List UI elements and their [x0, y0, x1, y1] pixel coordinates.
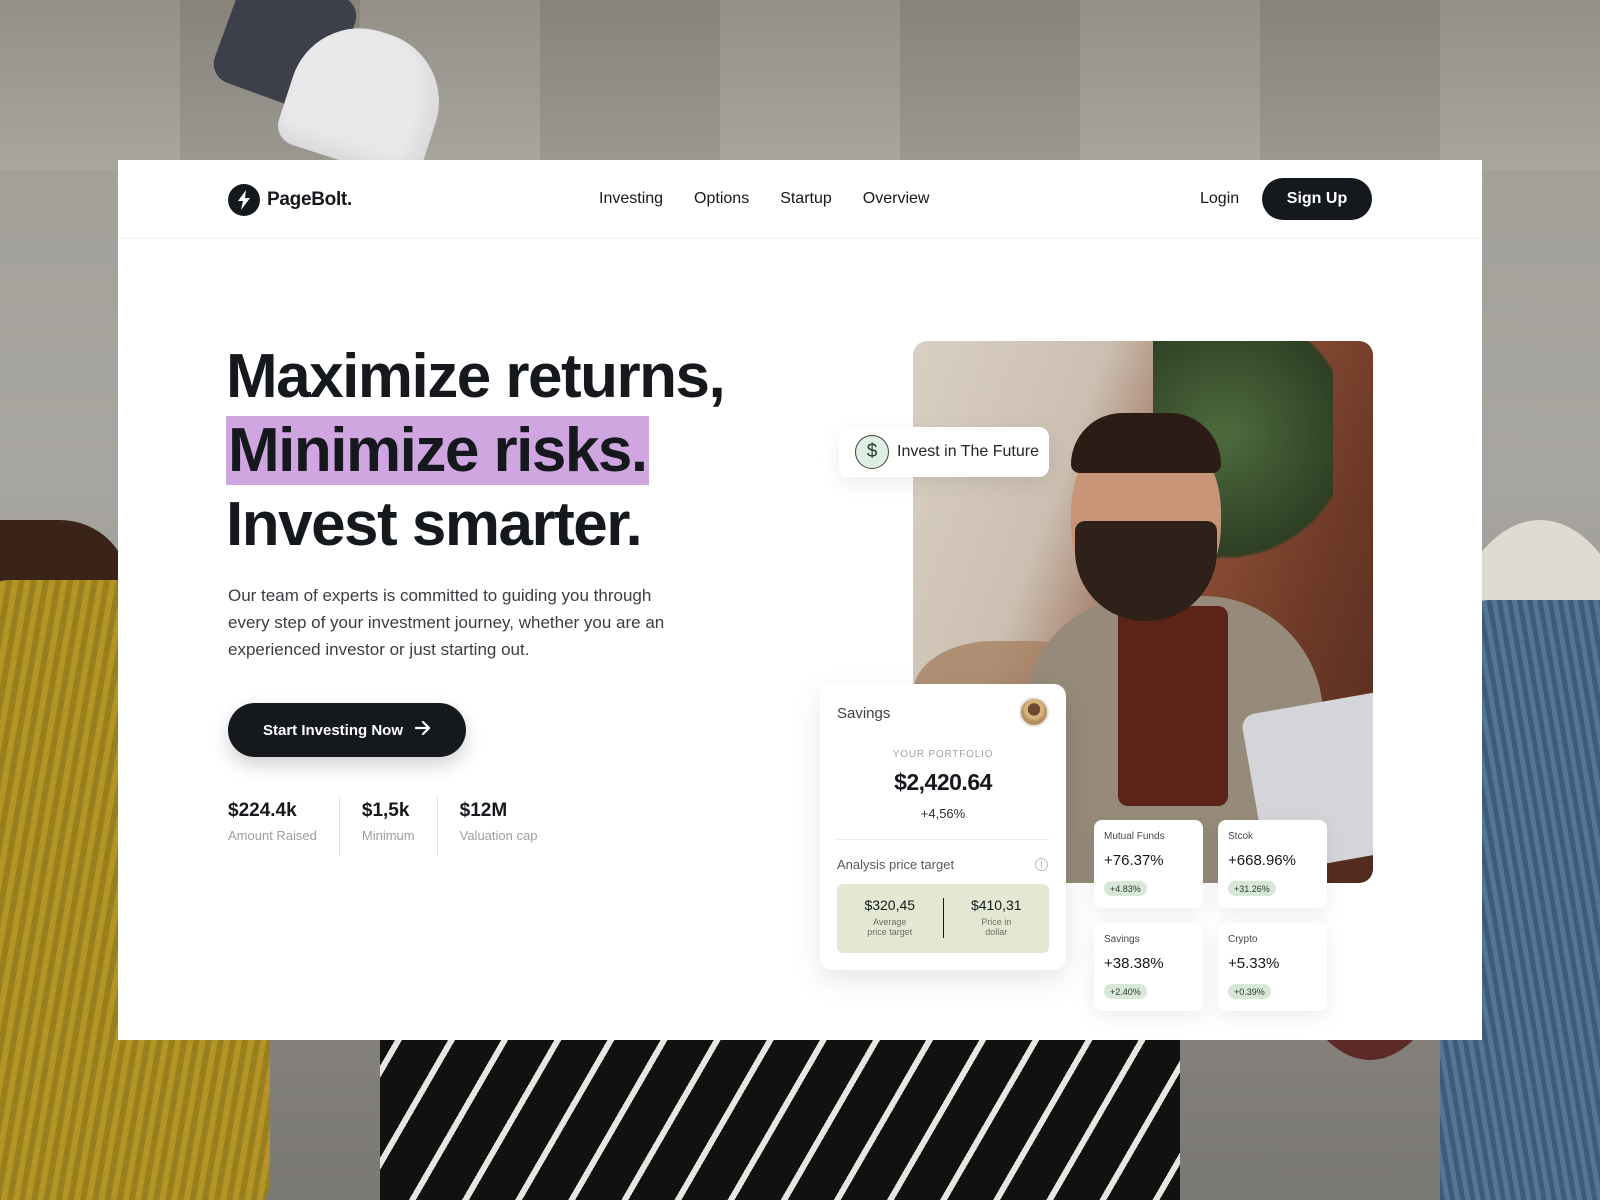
- average-price-label-1: Average: [873, 917, 907, 927]
- mini-card-value: +5.33%: [1228, 955, 1280, 972]
- price-in-dollar-label-1: Price in: [981, 917, 1012, 927]
- portfolio-change: +4,56%: [920, 806, 966, 821]
- hair: [1071, 413, 1221, 473]
- average-price-label-2: price target: [867, 927, 913, 937]
- nav-link-overview[interactable]: Overview: [863, 190, 930, 208]
- nav-links: Investing Options Startup Overview: [599, 190, 929, 208]
- avatar[interactable]: [1019, 697, 1049, 727]
- stat-minimum: $1,5k Minimum: [362, 796, 438, 856]
- price-in-dollar-label-2: dollar: [985, 927, 1008, 937]
- price-in-dollar: $410,31 Price in dollar: [944, 884, 1050, 953]
- info-icon[interactable]: !: [1035, 858, 1048, 871]
- stat-label: Amount Raised: [228, 828, 317, 843]
- nav-link-investing[interactable]: Investing: [599, 190, 663, 208]
- arrow-right-icon: [414, 720, 431, 739]
- analysis-label: Analysis price target: [837, 857, 955, 872]
- mini-card-crypto[interactable]: Crypto +5.33% +0.39%: [1218, 923, 1327, 1011]
- stat-label: Valuation cap: [459, 828, 538, 843]
- headline-line-3: Invest smarter.: [226, 490, 643, 559]
- invest-future-label: Invest in The Future: [897, 443, 1039, 460]
- stat-amount-raised: $224.4k Amount Raised: [228, 796, 340, 856]
- average-price-value: $320,45: [864, 897, 916, 913]
- portfolio-caption: YOUR PORTFOLIO: [892, 749, 994, 760]
- headline-line-2-highlighted: Minimize risks.: [226, 416, 649, 485]
- stat-value: $12M: [459, 800, 508, 821]
- divider: [837, 839, 1049, 840]
- stat-value: $1,5k: [361, 800, 410, 821]
- change-badge: +4.83%: [1104, 881, 1147, 896]
- top-navbar: PageBolt. Investing Options Startup Over…: [118, 160, 1482, 239]
- savings-title: Savings: [837, 705, 891, 722]
- mini-card-label: Savings: [1104, 934, 1140, 945]
- change-badge: +0.39%: [1228, 984, 1271, 999]
- price-in-dollar-value: $410,31: [970, 897, 1022, 913]
- login-link[interactable]: Login: [1200, 190, 1239, 208]
- average-price-target: $320,45 Average price target: [837, 884, 943, 953]
- shirt: [1118, 606, 1228, 806]
- brand-logo[interactable]: PageBolt.: [228, 184, 352, 216]
- hero-headline: Maximize returns, Minimize risks. Invest…: [226, 340, 726, 562]
- hero-description: Our team of experts is committed to guid…: [228, 586, 665, 659]
- mini-card-label: Mutual Funds: [1104, 831, 1165, 842]
- savings-card: Savings YOUR PORTFOLIO $2,420.64 +4,56% …: [820, 684, 1066, 970]
- portfolio-amount: $2,420.64: [894, 769, 992, 795]
- mini-card-value: +668.96%: [1228, 852, 1296, 869]
- start-investing-button[interactable]: Start Investing Now: [228, 703, 466, 757]
- headline-line-1: Maximize returns,: [226, 342, 726, 411]
- brand-name: PageBolt.: [267, 189, 352, 210]
- mini-card-label: Crypto: [1228, 934, 1258, 945]
- leaf-pattern-fabric: [380, 1030, 1180, 1200]
- stat-valuation-cap: $12M Valuation cap: [460, 796, 560, 856]
- change-badge: +31.26%: [1228, 881, 1276, 896]
- mini-card-value: +38.38%: [1104, 955, 1164, 972]
- mini-card-label: Stcok: [1228, 831, 1254, 842]
- mini-card-mutual-funds[interactable]: Mutual Funds +76.37% +4.83%: [1094, 820, 1203, 908]
- signup-button[interactable]: Sign Up: [1262, 178, 1372, 220]
- mini-card-value: +76.37%: [1104, 852, 1164, 869]
- dollar-icon: $: [855, 435, 889, 469]
- change-badge: +2.40%: [1104, 984, 1147, 999]
- nav-link-startup[interactable]: Startup: [780, 190, 832, 208]
- mini-card-stock[interactable]: Stcok +668.96% +31.26%: [1218, 820, 1327, 908]
- cta-label: Start Investing Now: [262, 721, 404, 739]
- mini-card-savings[interactable]: Savings +38.38% +2.40%: [1094, 923, 1203, 1011]
- nav-link-options[interactable]: Options: [694, 190, 749, 208]
- stat-value: $224.4k: [228, 800, 297, 821]
- stats-row: $224.4k Amount Raised $1,5k Minimum $12M…: [228, 796, 581, 856]
- invest-future-badge[interactable]: $ Invest in The Future: [839, 427, 1049, 477]
- bolt-icon: [228, 184, 260, 216]
- landing-page-card: PageBolt. Investing Options Startup Over…: [118, 160, 1482, 1040]
- price-target-box: $320,45 Average price target $410,31 Pri…: [837, 884, 1049, 953]
- stat-label: Minimum: [361, 828, 415, 843]
